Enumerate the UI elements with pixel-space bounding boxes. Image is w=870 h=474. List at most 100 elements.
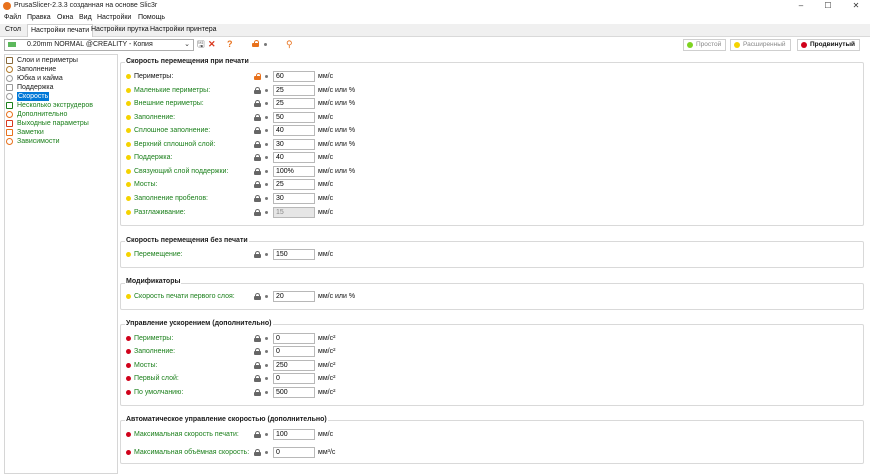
lock-icon[interactable] bbox=[254, 195, 261, 202]
lock-icon[interactable] bbox=[254, 209, 261, 216]
lock-icon[interactable] bbox=[254, 114, 261, 121]
dependencies-icon bbox=[6, 138, 13, 145]
lock-icon[interactable] bbox=[254, 449, 261, 456]
mode-expert-button[interactable]: Продвинутый bbox=[797, 39, 860, 51]
unlock-icon[interactable] bbox=[252, 39, 259, 47]
setting-label: Связующий слой поддержки: bbox=[134, 168, 229, 175]
question-icon[interactable]: ? bbox=[227, 39, 233, 49]
setting-value-input[interactable] bbox=[273, 387, 315, 398]
lock-icon[interactable] bbox=[254, 141, 261, 148]
system-value-dot-icon[interactable] bbox=[265, 89, 268, 92]
system-value-dot-icon[interactable] bbox=[265, 102, 268, 105]
system-value-dot-icon[interactable] bbox=[265, 337, 268, 340]
setting-value-input[interactable] bbox=[273, 373, 315, 384]
close-button[interactable]: ✕ bbox=[843, 0, 869, 12]
setting-value-input[interactable] bbox=[273, 166, 315, 177]
lock-icon[interactable] bbox=[254, 87, 261, 94]
setting-value-input[interactable] bbox=[273, 429, 315, 440]
system-value-dot-icon[interactable] bbox=[265, 295, 268, 298]
setting-value-input[interactable] bbox=[273, 346, 315, 357]
menu-file[interactable]: Файл bbox=[4, 14, 21, 21]
system-value-dot-icon[interactable] bbox=[265, 211, 268, 214]
sidebar-item-layers[interactable]: Слои и периметры bbox=[5, 56, 115, 65]
sidebar-item-infill[interactable]: Заполнение bbox=[5, 65, 115, 74]
lock-icon[interactable] bbox=[254, 154, 261, 161]
expert-level-dot-icon bbox=[126, 336, 131, 341]
setting-value-input[interactable] bbox=[273, 447, 315, 458]
system-value-dot-icon[interactable] bbox=[265, 364, 268, 367]
setting-unit: мм/с² bbox=[318, 375, 336, 382]
setting-value-input[interactable] bbox=[273, 360, 315, 371]
system-value-dot-icon[interactable] bbox=[265, 350, 268, 353]
lock-icon[interactable] bbox=[254, 251, 261, 258]
tab-print-settings[interactable]: Настройки печати bbox=[27, 24, 94, 37]
setting-unit: мм/с bbox=[318, 431, 334, 438]
preset-dropdown[interactable]: 0.20mm NORMAL @CREALITY - Копия ⌄ bbox=[4, 39, 194, 51]
tab-filament-settings[interactable]: Настройки прутка bbox=[88, 25, 152, 35]
sidebar-item-speed[interactable]: Скорость bbox=[5, 92, 115, 101]
advanced-level-dot-icon bbox=[126, 196, 131, 201]
maximize-button[interactable]: ☐ bbox=[815, 0, 841, 12]
lock-icon[interactable] bbox=[254, 362, 261, 369]
sidebar-item-notes[interactable]: Заметки bbox=[5, 128, 115, 137]
system-value-dot-icon[interactable] bbox=[265, 129, 268, 132]
setting-value-input[interactable] bbox=[273, 291, 315, 302]
menu-windows[interactable]: Окна bbox=[57, 14, 73, 21]
setting-value-input[interactable] bbox=[273, 98, 315, 109]
system-value-dot-icon[interactable] bbox=[265, 183, 268, 186]
sidebar-item-support[interactable]: Поддержка bbox=[5, 83, 115, 92]
system-value-dot-icon[interactable] bbox=[265, 253, 268, 256]
sidebar-item-multiple-extruders[interactable]: Несколько экструдеров bbox=[5, 101, 115, 110]
lock-icon[interactable] bbox=[254, 375, 261, 382]
system-value-dot-icon[interactable] bbox=[265, 75, 268, 78]
save-icon[interactable]: 🖫 bbox=[197, 39, 205, 49]
setting-value-input[interactable] bbox=[273, 125, 315, 136]
mode-advanced-button[interactable]: Расширенный bbox=[730, 39, 791, 51]
unlock-icon[interactable] bbox=[254, 73, 261, 80]
lock-icon[interactable] bbox=[254, 348, 261, 355]
mode-simple-label: Простой bbox=[696, 41, 722, 48]
menu-view[interactable]: Вид bbox=[79, 14, 92, 21]
sidebar-item-label: Заметки bbox=[17, 129, 44, 136]
setting-value-input[interactable] bbox=[273, 71, 315, 82]
menu-settings[interactable]: Настройки bbox=[97, 14, 131, 21]
setting-value-input[interactable] bbox=[273, 249, 315, 260]
advanced-level-dot-icon bbox=[126, 88, 131, 93]
setting-value-input[interactable] bbox=[273, 193, 315, 204]
sidebar-item-skirt[interactable]: Юбка и кайма bbox=[5, 74, 115, 83]
setting-value-input[interactable] bbox=[273, 139, 315, 150]
setting-value-input[interactable] bbox=[273, 85, 315, 96]
lock-icon[interactable] bbox=[254, 168, 261, 175]
system-value-dot-icon[interactable] bbox=[265, 170, 268, 173]
search-icon[interactable]: ⚲ bbox=[286, 39, 293, 49]
tab-printer-settings[interactable]: Настройки принтера bbox=[147, 25, 220, 35]
minimize-button[interactable]: – bbox=[788, 0, 814, 12]
system-value-dot-icon[interactable] bbox=[265, 197, 268, 200]
setting-value-input[interactable] bbox=[273, 179, 315, 190]
lock-icon[interactable] bbox=[254, 431, 261, 438]
system-value-dot-icon[interactable] bbox=[265, 143, 268, 146]
menu-help[interactable]: Помощь bbox=[138, 14, 165, 21]
lock-icon[interactable] bbox=[254, 127, 261, 134]
menu-edit[interactable]: Правка bbox=[27, 14, 51, 21]
system-value-dot-icon[interactable] bbox=[265, 391, 268, 394]
lock-icon[interactable] bbox=[254, 335, 261, 342]
setting-value-input[interactable] bbox=[273, 112, 315, 123]
lock-icon[interactable] bbox=[254, 293, 261, 300]
lock-icon[interactable] bbox=[254, 389, 261, 396]
lock-icon[interactable] bbox=[254, 181, 261, 188]
lock-icon[interactable] bbox=[254, 100, 261, 107]
delete-icon[interactable]: ✕ bbox=[208, 39, 216, 49]
setting-value-input[interactable] bbox=[273, 333, 315, 344]
tab-plater[interactable]: Стол bbox=[2, 25, 24, 35]
system-value-dot-icon[interactable] bbox=[265, 451, 268, 454]
system-value-dot-icon[interactable] bbox=[265, 433, 268, 436]
sidebar-item-advanced[interactable]: Дополнительно bbox=[5, 110, 115, 119]
system-value-dot-icon[interactable] bbox=[265, 377, 268, 380]
system-value-dot-icon[interactable] bbox=[265, 156, 268, 159]
system-value-dot-icon[interactable] bbox=[265, 116, 268, 119]
sidebar-item-dependencies[interactable]: Зависимости bbox=[5, 137, 115, 146]
sidebar-item-output[interactable]: Выходные параметры bbox=[5, 119, 115, 128]
mode-simple-button[interactable]: Простой bbox=[683, 39, 727, 51]
setting-value-input[interactable] bbox=[273, 152, 315, 163]
